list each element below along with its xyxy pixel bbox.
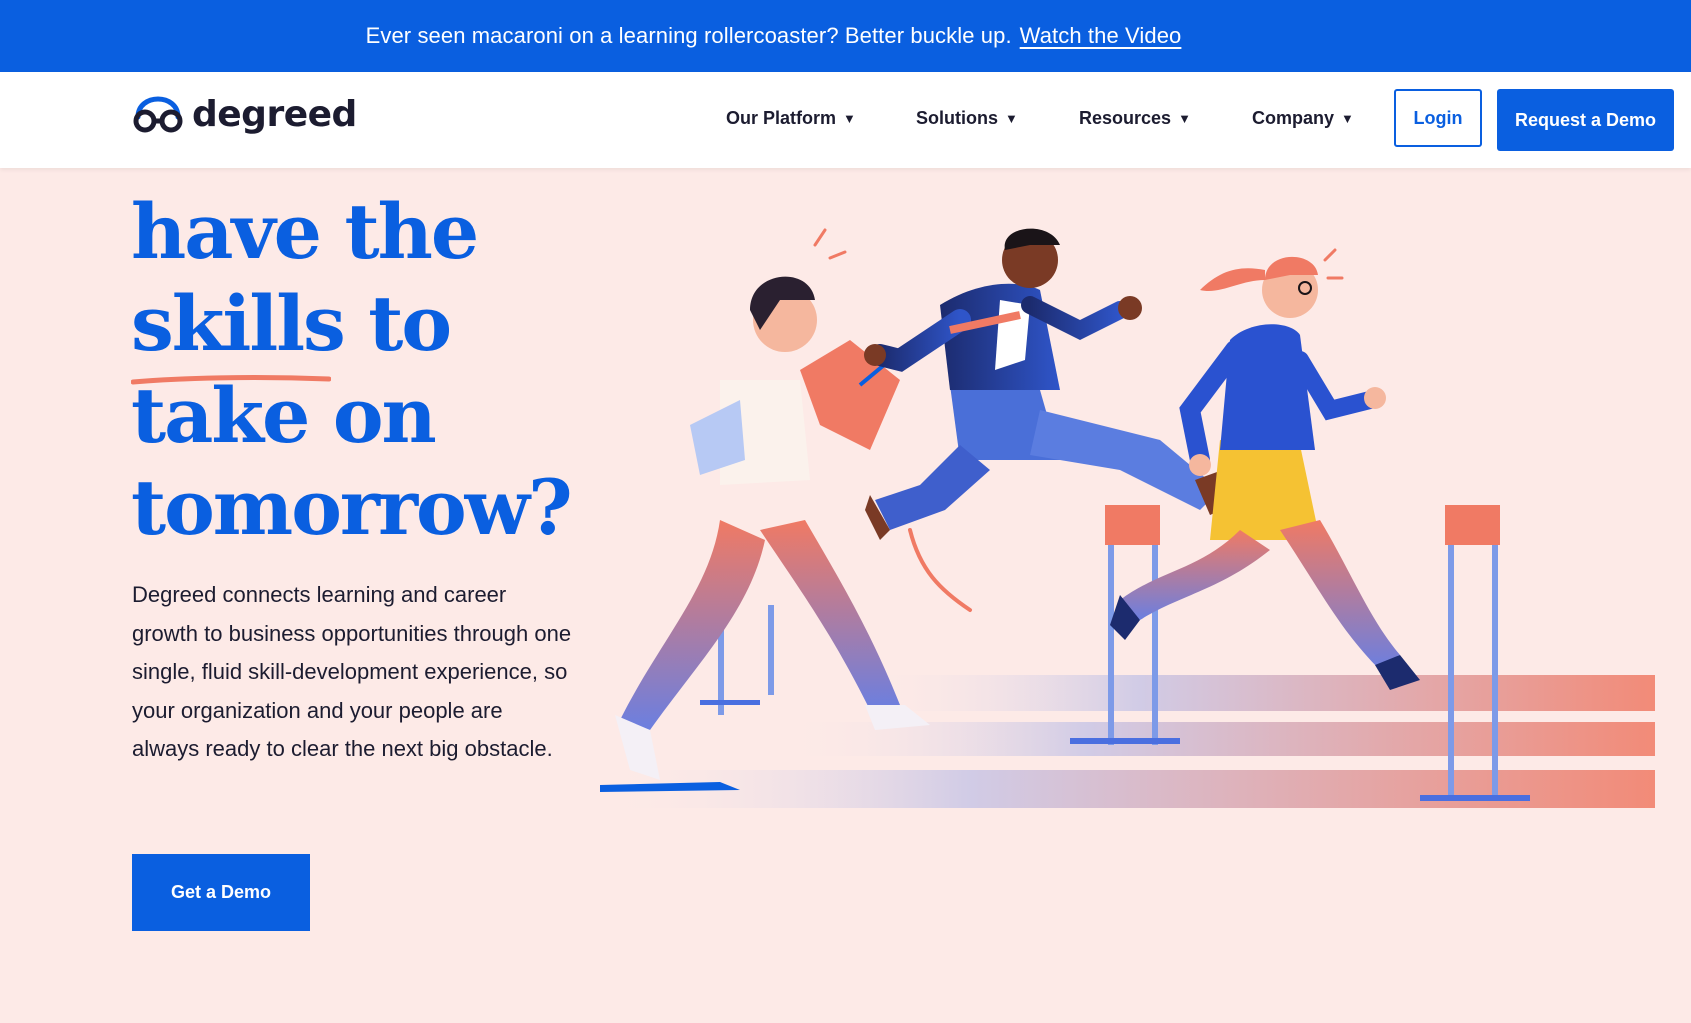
login-button[interactable]: Login [1394,89,1482,147]
announcement-bar: Ever seen macaroni on a learning rollerc… [0,0,1691,72]
get-demo-button[interactable]: Get a Demo [132,854,310,931]
nav-label: Company [1252,108,1335,128]
skills-underline-mark [131,375,331,385]
nav-resources[interactable]: Resources ▼ [1079,108,1252,129]
announcement-message: Ever seen macaroni on a learning rollerc… [365,23,1012,48]
request-demo-button[interactable]: Request a Demo [1497,89,1674,151]
watch-video-link[interactable]: Watch the Video [1020,23,1182,49]
logo-text: degreed [192,94,357,135]
nav-label: Our Platform [726,108,837,128]
caret-down-icon: ▼ [1341,111,1354,126]
headline-line: tomorrow? [131,463,573,552]
nav-solutions[interactable]: Solutions ▼ [916,108,1079,129]
track-lane [780,722,1655,756]
glasses-icon [133,95,183,132]
nav-label: Resources [1079,108,1172,128]
page: Ever seen macaroni on a learning rollerc… [0,0,1691,1023]
nav-company[interactable]: Company ▼ [1252,108,1402,129]
logo[interactable]: degreed [132,94,357,135]
caret-down-icon: ▼ [1178,111,1191,126]
hero-description: Degreed connects learning and career gro… [132,582,572,762]
main-nav: Our Platform ▼ Solutions ▼ Resources ▼ C… [726,108,1402,129]
announcement-content: Ever seen macaroni on a learning rollerc… [366,23,1182,49]
headline-line: have the [131,187,479,276]
track-lane [860,675,1655,711]
headline-line: skills to [131,279,452,368]
hurdle [1420,505,1530,801]
site-header: degreed Our Platform ▼ Solutions ▼ Resou… [0,72,1691,168]
hero-headline: have the skills to take on tomorrow? [131,186,573,554]
nav-our-platform[interactable]: Our Platform ▼ [726,108,916,129]
caret-down-icon: ▼ [843,111,856,126]
hurdle-runners-illustration [600,228,1655,808]
nav-label: Solutions [916,108,998,128]
caret-down-icon: ▼ [1005,111,1018,126]
